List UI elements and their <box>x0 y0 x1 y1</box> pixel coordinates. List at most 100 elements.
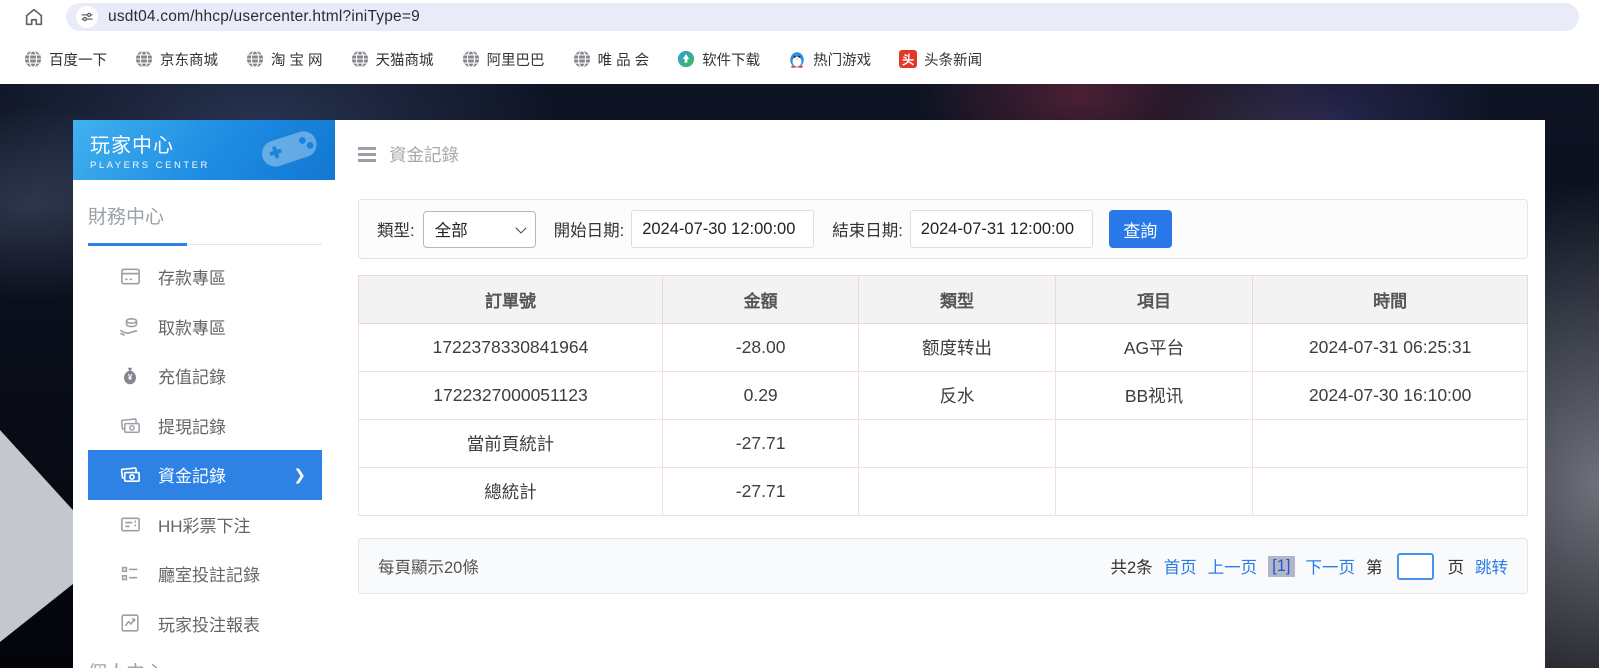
main-area: 資金記錄 類型: 全部 開始日期: 結束日期: 查詢 訂單號金額類型項目時間17… <box>335 120 1555 668</box>
deposit-card-icon <box>118 265 142 289</box>
table-cell: 1722327000051123 <box>359 372 663 420</box>
bookmark-label: 淘 宝 网 <box>271 49 323 70</box>
bookmark-item[interactable]: 淘 宝 网 <box>232 44 337 74</box>
bookmark-item[interactable]: 头头条新闻 <box>885 44 996 74</box>
prev-page-link[interactable]: 上一页 <box>1208 554 1258 578</box>
sidebar-item-label: 廳室投註記錄 <box>158 561 260 586</box>
bookmark-label: 唯 品 会 <box>598 49 650 70</box>
sidebar-menu: 存款專區取款專區 ¥ 充值記錄提現記錄資金記錄 ❯ HH彩票下注廳室投註記錄玩家投注報表 <box>73 252 335 648</box>
sidebar: 玩家中心 PLAYERS CENTER 財務中心 <box>73 120 335 668</box>
next-page-link[interactable]: 下一页 <box>1306 554 1356 578</box>
bookmark-label: 天猫商城 <box>376 49 434 70</box>
banknote-icon <box>118 413 142 437</box>
hamburger-icon[interactable] <box>358 147 376 162</box>
sidebar-item-hh-lottery-bet[interactable]: HH彩票下注 <box>88 500 322 550</box>
sidebar-header: 玩家中心 PLAYERS CENTER <box>73 120 335 180</box>
table-row: 總統計-27.71 <box>359 468 1528 516</box>
bookmark-label: 软件下载 <box>702 49 760 70</box>
table-cell: 2024-07-31 06:25:31 <box>1253 324 1528 372</box>
bookmark-item[interactable]: 阿里巴巴 <box>448 44 559 74</box>
total-count-text: 共2条 <box>1110 554 1152 578</box>
table-cell: 總統計 <box>359 468 663 516</box>
browser-toolbar: usdt04.com/hhcp/usercenter.html?iniType=… <box>0 0 1599 34</box>
table-cell <box>859 468 1055 516</box>
sidebar-item-label: 充值記錄 <box>158 363 226 388</box>
bookmark-item[interactable]: 软件下载 <box>663 44 774 74</box>
pagination-bar: 每頁顯示20條 共2条 首页 上一页 [1] 下一页 第 页 跳转 <box>358 538 1528 594</box>
start-date-label: 開始日期: <box>554 217 625 241</box>
sidebar-section-finance: 財務中心 <box>88 202 322 245</box>
bookmark-item[interactable]: 京东商城 <box>121 44 232 74</box>
table-cell: 0.29 <box>662 372 858 420</box>
checklist-icon <box>118 562 142 586</box>
section-title: 財務中心 <box>88 202 322 229</box>
sidebar-item-label: 提現記錄 <box>158 413 226 438</box>
home-icon[interactable] <box>22 5 46 29</box>
sidebar-item-deposit-zone[interactable]: 存款專區 <box>88 252 322 302</box>
bookmark-label: 头条新闻 <box>924 49 982 70</box>
sidebar-item-player-report[interactable]: 玩家投注報表 <box>88 599 322 649</box>
start-date-input[interactable] <box>631 210 814 248</box>
funds-record-table: 訂單號金額類型項目時間1722378330841964-28.00额度转出AG平… <box>358 275 1528 516</box>
bookmark-label: 热门游戏 <box>813 49 871 70</box>
first-page-link[interactable]: 首页 <box>1164 554 1197 578</box>
svg-text:¥: ¥ <box>128 373 133 382</box>
page-title: 資金記錄 <box>389 142 459 167</box>
sidebar-item-withdraw-log[interactable]: 提現記錄 <box>88 401 322 451</box>
table-cell: 當前頁統計 <box>359 420 663 468</box>
table-cell: 额度转出 <box>859 324 1055 372</box>
jump-page-input[interactable] <box>1397 553 1434 580</box>
filter-panel: 類型: 全部 開始日期: 結束日期: 查詢 <box>358 199 1528 259</box>
query-button[interactable]: 查詢 <box>1109 210 1172 248</box>
column-header: 時間 <box>1253 276 1528 324</box>
table-cell: BB视讯 <box>1055 372 1253 420</box>
sidebar-item-funds-log[interactable]: 資金記錄 ❯ <box>88 450 322 500</box>
money-bag-icon: ¥ <box>118 364 142 388</box>
current-page-badge: [1] <box>1268 556 1294 577</box>
jump-link[interactable]: 跳转 <box>1475 554 1508 578</box>
toutiao-icon: 头 <box>899 50 917 68</box>
sidebar-item-label: HH彩票下注 <box>158 512 251 537</box>
bookmark-label: 百度一下 <box>49 49 107 70</box>
page-header: 資金記錄 <box>358 142 1528 167</box>
ticket-list-icon <box>118 512 142 536</box>
url-text: usdt04.com/hhcp/usercenter.html?iniType=… <box>108 8 420 26</box>
bookmark-label: 阿里巴巴 <box>487 49 545 70</box>
software-download-icon <box>677 50 695 68</box>
sidebar-item-label: 玩家投注報表 <box>158 611 260 636</box>
column-header: 金額 <box>662 276 858 324</box>
type-label: 類型: <box>377 217 415 241</box>
chevron-right-icon: ❯ <box>293 466 306 484</box>
bookmark-item[interactable]: 天猫商城 <box>337 44 448 74</box>
page-background: 玩家中心 PLAYERS CENTER 財務中心 <box>0 84 1599 668</box>
sidebar-item-label: 資金記錄 <box>158 462 226 487</box>
funds-icon <box>118 463 142 487</box>
globe-icon <box>573 50 591 68</box>
table-cell: 2024-07-30 16:10:00 <box>1253 372 1528 420</box>
page-size-text: 每頁顯示20條 <box>378 554 479 578</box>
penguin-icon <box>788 50 806 68</box>
table-row: 當前頁統計-27.71 <box>359 420 1528 468</box>
globe-icon <box>351 50 369 68</box>
withdraw-hand-icon <box>118 314 142 338</box>
table-cell <box>1253 468 1528 516</box>
column-header: 訂單號 <box>359 276 663 324</box>
table-row: 1722378330841964-28.00额度转出AG平台2024-07-31… <box>359 324 1528 372</box>
table-row: 17223270000511230.29反水BB视讯2024-07-30 16:… <box>359 372 1528 420</box>
section-underline <box>88 242 322 245</box>
table-cell: AG平台 <box>1055 324 1253 372</box>
sidebar-item-hall-bet-log[interactable]: 廳室投註記錄 <box>88 549 322 599</box>
site-settings-icon[interactable] <box>76 6 98 28</box>
bookmark-item[interactable]: 热门游戏 <box>774 44 885 74</box>
table-cell: -28.00 <box>662 324 858 372</box>
sidebar-item-recharge-log[interactable]: ¥ 充值記錄 <box>88 351 322 401</box>
table-cell <box>1253 420 1528 468</box>
table-cell <box>1055 468 1253 516</box>
table-header-row: 訂單號金額類型項目時間 <box>359 276 1528 324</box>
bookmark-item[interactable]: 唯 品 会 <box>559 44 664 74</box>
sidebar-item-label: 存款專區 <box>158 264 226 289</box>
url-bar[interactable]: usdt04.com/hhcp/usercenter.html?iniType=… <box>66 3 1579 31</box>
sidebar-item-withdraw-zone[interactable]: 取款專區 <box>88 302 322 352</box>
end-date-input[interactable] <box>910 210 1093 248</box>
bookmark-item[interactable]: 百度一下 <box>10 44 121 74</box>
